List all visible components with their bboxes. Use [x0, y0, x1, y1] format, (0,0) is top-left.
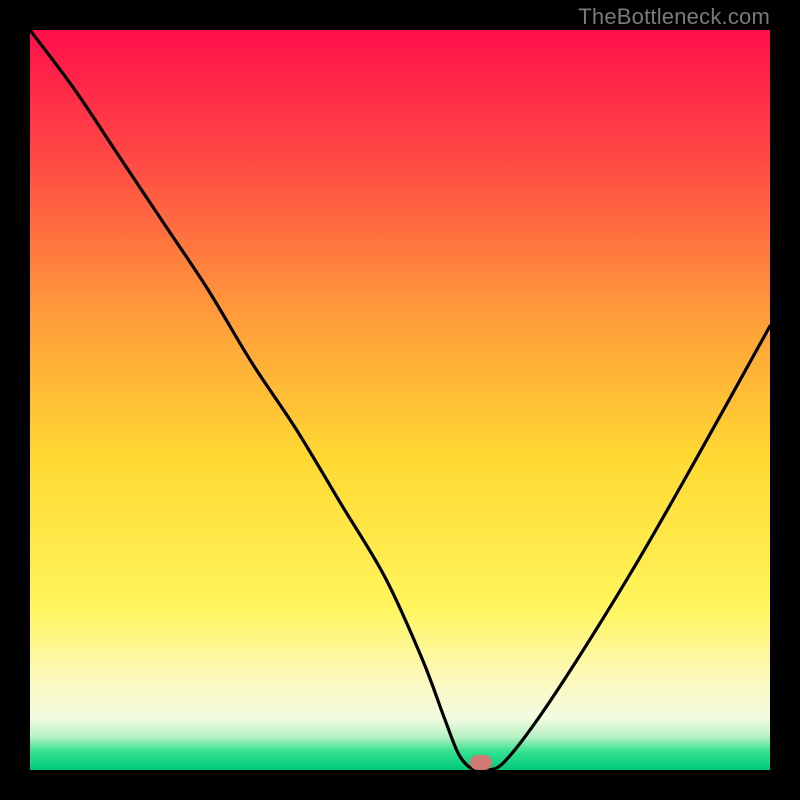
chart-frame: TheBottleneck.com [0, 0, 800, 800]
bottleneck-curve [30, 30, 770, 770]
attribution-text: TheBottleneck.com [578, 4, 770, 30]
curve-path [30, 30, 770, 770]
optimum-marker [470, 755, 492, 770]
plot-area [30, 30, 770, 770]
